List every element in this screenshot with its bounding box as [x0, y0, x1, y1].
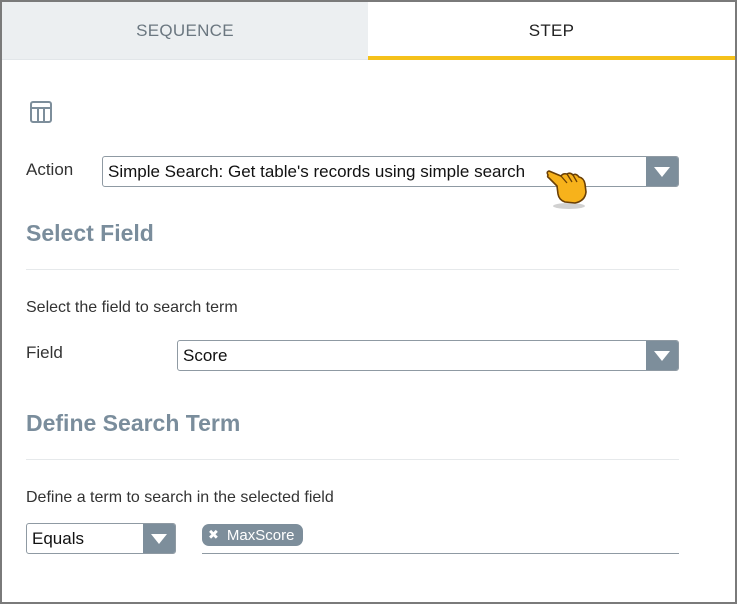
pointing-hand-icon [545, 166, 591, 210]
search-term-description: Define a term to search in the selected … [26, 489, 334, 506]
close-icon[interactable]: ✖ [208, 527, 219, 543]
tab-sequence[interactable]: SEQUENCE [2, 2, 368, 60]
chevron-down-icon[interactable] [646, 157, 678, 186]
search-term-input[interactable]: ✖ MaxScore [202, 522, 679, 554]
term-chip-label: MaxScore [226, 526, 295, 544]
field-select-value: Score [183, 345, 228, 365]
define-search-term-title: Define Search Term [26, 410, 241, 436]
field-select[interactable]: Score [177, 340, 679, 371]
operator-select-value: Equals [32, 528, 84, 548]
tab-bar: SEQUENCE STEP [2, 2, 735, 60]
chevron-down-icon[interactable] [646, 341, 678, 370]
field-label: Field [26, 343, 63, 362]
select-field-description: Select the field to search term [26, 299, 238, 316]
step-panel: SEQUENCE STEP Action Simple Search: Get … [0, 0, 737, 604]
select-field-title: Select Field [26, 220, 154, 246]
term-chip[interactable]: ✖ MaxScore [202, 524, 304, 546]
action-select[interactable]: Simple Search: Get table's records using… [102, 156, 679, 187]
table-icon[interactable] [29, 100, 53, 124]
divider [26, 459, 679, 460]
divider [26, 269, 679, 270]
chevron-down-icon[interactable] [143, 524, 175, 553]
tab-step[interactable]: STEP [368, 2, 735, 60]
operator-select[interactable]: Equals [26, 523, 176, 554]
action-label: Action [26, 160, 74, 179]
